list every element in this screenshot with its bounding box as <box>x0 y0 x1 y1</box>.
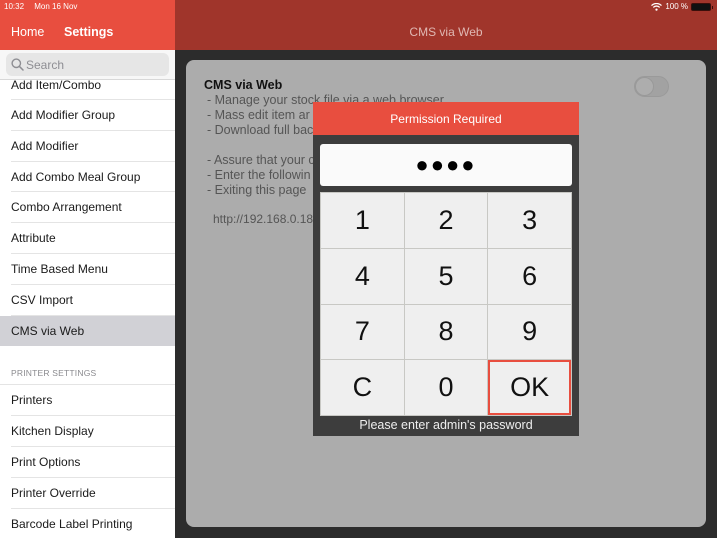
sidebar-item-printer-override[interactable]: Printer Override <box>0 478 175 509</box>
pin-input[interactable]: ●●●● <box>320 144 572 186</box>
cms-enable-toggle[interactable] <box>634 76 669 97</box>
search-field-container <box>6 53 169 76</box>
status-date: Mon 16 Nov <box>34 2 78 11</box>
search-input[interactable] <box>26 56 166 73</box>
key-2-button[interactable]: 2 <box>404 193 488 248</box>
key-5-button[interactable]: 5 <box>404 248 488 304</box>
sidebar-item-cms-via-web[interactable]: CMS via Web <box>0 315 175 347</box>
search-icon <box>11 58 24 71</box>
battery-percent: 100 % <box>665 2 688 11</box>
section-header-printer-settings: PRINTER SETTINGS <box>0 368 175 386</box>
cms-url: http://192.168.0.18 <box>213 212 314 226</box>
permission-dialog: Permission Required ●●●● 1 2 3 4 5 6 7 8… <box>313 102 579 436</box>
sidebar-item-printers[interactable]: Printers <box>0 385 175 416</box>
dialog-title: Permission Required <box>313 102 579 135</box>
sidebar: 10:32 Mon 16 Nov Home Settings Add Item/… <box>0 0 175 538</box>
key-8-button[interactable]: 8 <box>404 304 488 360</box>
key-1-button[interactable]: 1 <box>321 193 404 248</box>
status-time: 10:32 <box>4 2 25 11</box>
sidebar-item-add-modifier[interactable]: Add Modifier <box>0 131 175 162</box>
key-3-button[interactable]: 3 <box>488 193 571 248</box>
ok-button[interactable]: OK <box>488 360 571 415</box>
sidebar-header: 10:32 Mon 16 Nov Home Settings <box>0 0 175 50</box>
key-7-button[interactable]: 7 <box>321 304 404 360</box>
main-header: 100 % CMS via Web <box>175 0 717 50</box>
card-title: CMS via Web <box>204 78 283 92</box>
numeric-keypad: 1 2 3 4 5 6 7 8 9 C 0 OK <box>320 192 572 416</box>
wifi-icon <box>651 2 663 11</box>
home-nav-button[interactable]: Home <box>11 25 44 39</box>
sidebar-item-barcode-label-printing[interactable]: Barcode Label Printing <box>0 509 175 538</box>
key-4-button[interactable]: 4 <box>321 248 404 304</box>
clear-button[interactable]: C <box>321 360 404 415</box>
toggle-knob <box>635 77 654 96</box>
settings-list: Add Item/Combo Add Modifier Group Add Mo… <box>0 70 175 538</box>
sidebar-title: Settings <box>64 25 114 39</box>
page-title: CMS via Web <box>409 25 483 39</box>
sidebar-item-attribute[interactable]: Attribute <box>0 223 175 254</box>
status-bar-right: 100 % <box>651 2 713 11</box>
dialog-instruction: Please enter admin's password <box>359 418 533 432</box>
status-bar-left: 10:32 Mon 16 Nov <box>4 2 85 11</box>
sidebar-item-combo-arrangement[interactable]: Combo Arrangement <box>0 192 175 223</box>
search-bar <box>0 50 175 80</box>
sidebar-item-csv-import[interactable]: CSV Import <box>0 285 175 316</box>
sidebar-item-kitchen-display[interactable]: Kitchen Display <box>0 416 175 447</box>
sidebar-item-time-based-menu[interactable]: Time Based Menu <box>0 254 175 285</box>
key-6-button[interactable]: 6 <box>488 248 571 304</box>
sidebar-item-add-combo-meal-group[interactable]: Add Combo Meal Group <box>0 162 175 193</box>
sidebar-item-print-options[interactable]: Print Options <box>0 447 175 478</box>
battery-icon <box>691 2 713 11</box>
sidebar-item-add-modifier-group[interactable]: Add Modifier Group <box>0 100 175 131</box>
key-9-button[interactable]: 9 <box>488 304 571 360</box>
key-0-button[interactable]: 0 <box>404 360 488 415</box>
